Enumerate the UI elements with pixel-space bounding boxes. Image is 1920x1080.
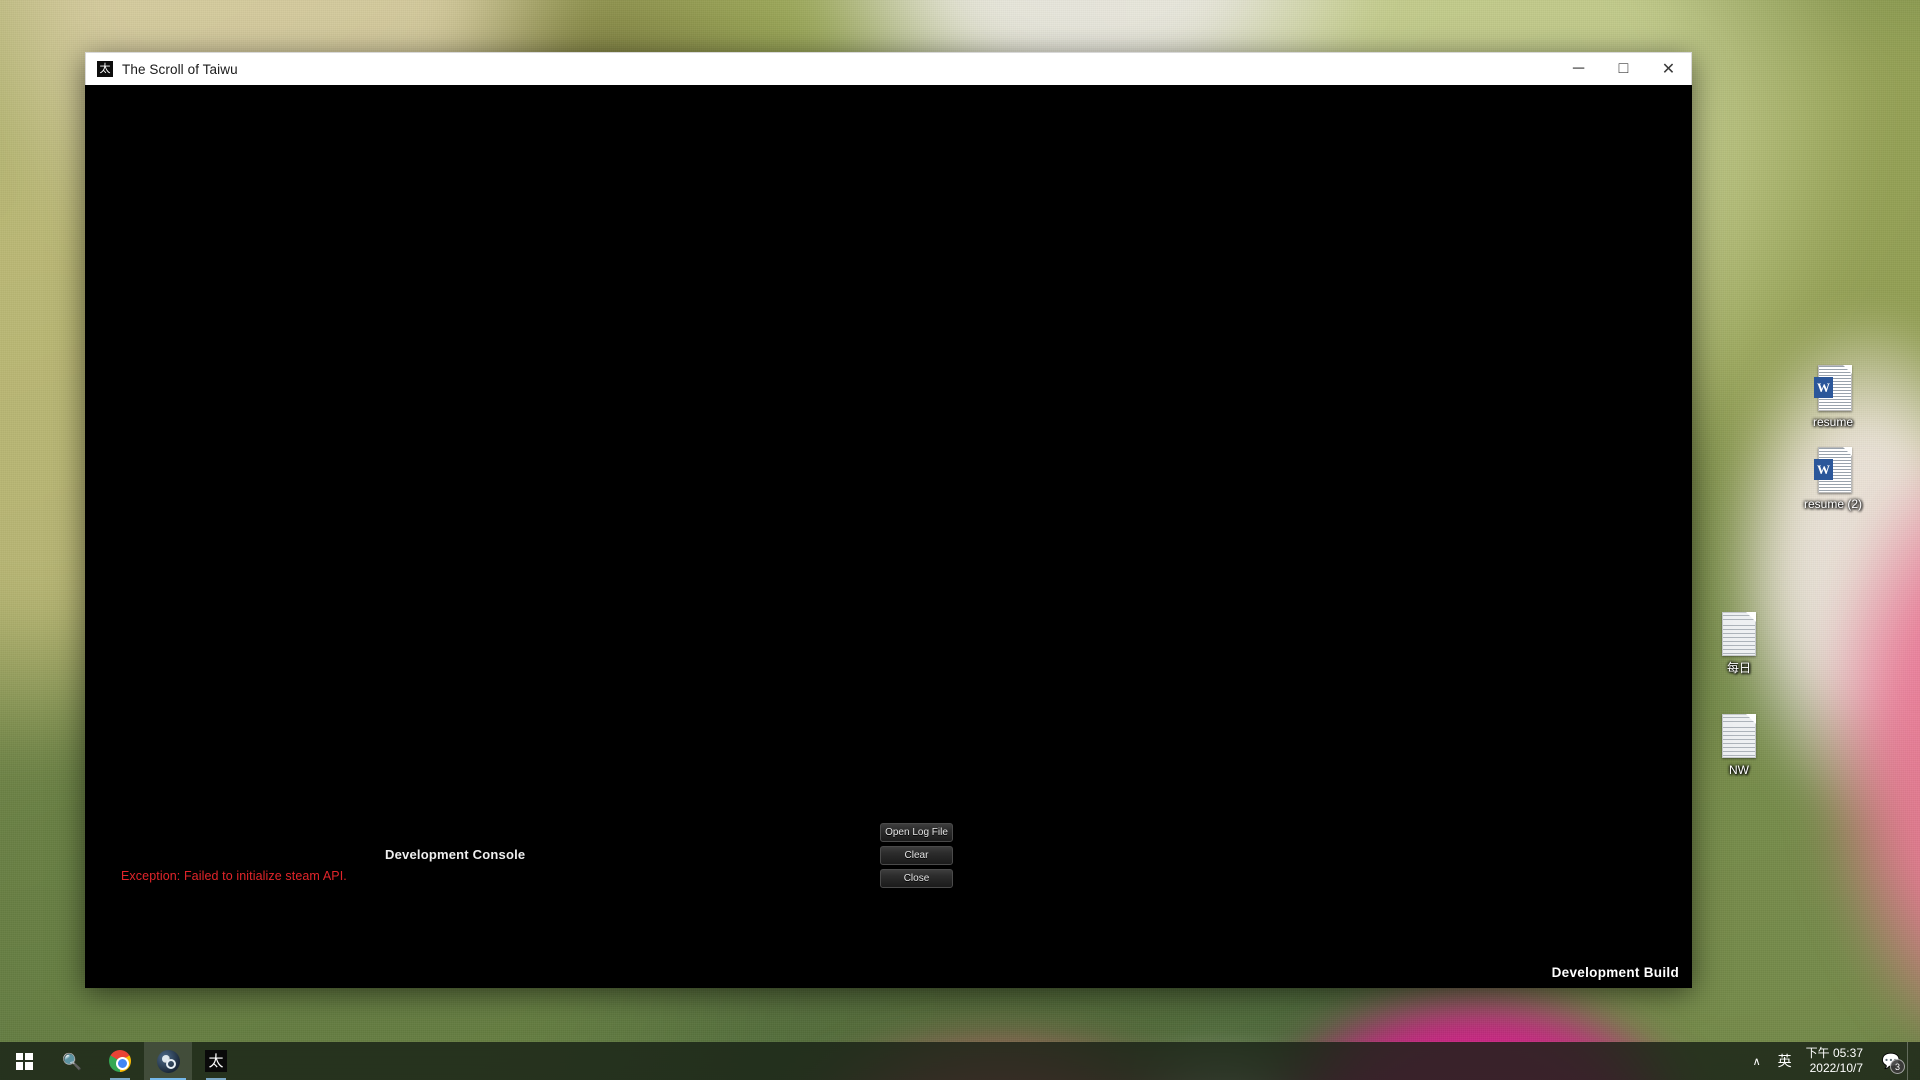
window-titlebar[interactable]: 太 The Scroll of Taiwu ─ □ ✕ bbox=[85, 52, 1692, 85]
game-viewport[interactable]: Development Console Exception: Failed to… bbox=[85, 85, 1692, 988]
development-build-watermark: Development Build bbox=[1551, 965, 1679, 980]
windows-start-icon bbox=[15, 1052, 33, 1070]
close-button[interactable]: ✕ bbox=[1646, 53, 1691, 85]
show-desktop-button[interactable] bbox=[1907, 1042, 1916, 1080]
game-window[interactable]: 太 The Scroll of Taiwu ─ □ ✕ Development … bbox=[85, 52, 1692, 988]
taskbar-taiwu[interactable]: 太 bbox=[192, 1042, 240, 1080]
clock-date: 2022/10/7 bbox=[1809, 1061, 1863, 1075]
console-log-line: Exception: Failed to initialize steam AP… bbox=[121, 869, 347, 883]
word-document-icon: W bbox=[1790, 446, 1876, 494]
taskbar[interactable]: 🔍 太 ∧ 英 下午 05:37 2022/10/7 💬 3 bbox=[0, 1042, 1920, 1080]
clock-time: 下午 05:37 bbox=[1805, 1046, 1863, 1060]
word-document-icon: W bbox=[1790, 364, 1876, 412]
desktop-icon-resume-2[interactable]: W resume (2) bbox=[1790, 446, 1876, 511]
open-log-file-button[interactable]: Open Log File bbox=[880, 823, 953, 842]
start-button[interactable] bbox=[0, 1042, 48, 1080]
clock[interactable]: 下午 05:37 2022/10/7 bbox=[1800, 1046, 1875, 1076]
window-title: The Scroll of Taiwu bbox=[122, 61, 238, 77]
taiwu-app-icon: 太 bbox=[97, 61, 113, 77]
console-button-group: Open Log File Clear Close bbox=[880, 823, 953, 888]
close-console-button[interactable]: Close bbox=[880, 869, 953, 888]
desktop-icon-label: NW bbox=[1729, 763, 1749, 777]
tray-expand-chevron-icon[interactable]: ∧ bbox=[1744, 1055, 1770, 1068]
search-button[interactable]: 🔍 bbox=[48, 1042, 96, 1080]
text-document-icon bbox=[1696, 610, 1782, 658]
desktop-icon-label: 每日 bbox=[1726, 661, 1751, 675]
clear-console-button[interactable]: Clear bbox=[880, 846, 953, 865]
taiwu-icon: 太 bbox=[205, 1050, 227, 1072]
desktop-icon-label: resume bbox=[1812, 415, 1853, 429]
search-icon: 🔍 bbox=[62, 1051, 82, 1071]
steam-icon bbox=[156, 1049, 180, 1073]
taskbar-steam[interactable] bbox=[144, 1042, 192, 1080]
system-tray[interactable]: ∧ 英 下午 05:37 2022/10/7 💬 3 bbox=[1744, 1042, 1920, 1080]
desktop[interactable]: W resume W resume (2) 每日 NW 太 The Scroll… bbox=[0, 0, 1920, 1080]
desktop-icon-meiri[interactable]: 每日 bbox=[1696, 610, 1782, 675]
window-controls: ─ □ ✕ bbox=[1556, 53, 1691, 85]
notification-center-button[interactable]: 💬 3 bbox=[1875, 1042, 1907, 1080]
chrome-icon bbox=[109, 1050, 131, 1072]
maximize-button[interactable]: □ bbox=[1601, 53, 1646, 85]
desktop-icon-resume[interactable]: W resume bbox=[1790, 364, 1876, 429]
taskbar-chrome[interactable] bbox=[96, 1042, 144, 1080]
desktop-icon-nw[interactable]: NW bbox=[1696, 712, 1782, 777]
minimize-button[interactable]: ─ bbox=[1556, 53, 1601, 85]
text-document-icon bbox=[1696, 712, 1782, 760]
notification-count-badge: 3 bbox=[1890, 1059, 1905, 1074]
ime-indicator[interactable]: 英 bbox=[1770, 1051, 1800, 1071]
desktop-icon-label: resume (2) bbox=[1803, 497, 1862, 511]
development-console-heading: Development Console bbox=[385, 847, 526, 862]
